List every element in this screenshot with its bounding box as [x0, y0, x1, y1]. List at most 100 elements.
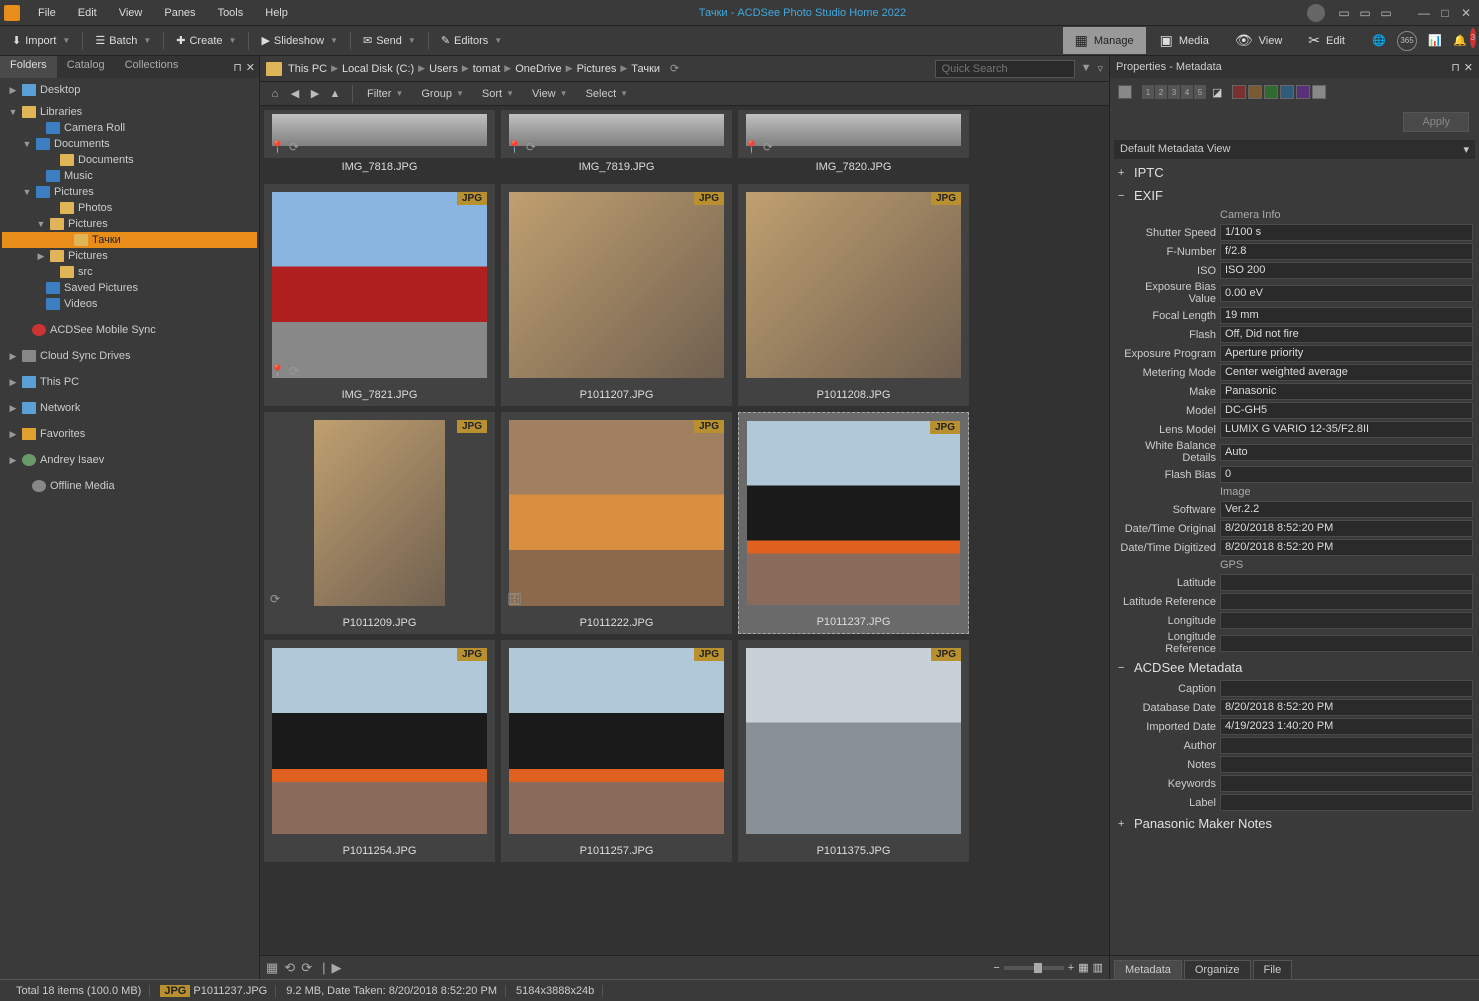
tree-camera-roll[interactable]: Camera Roll: [2, 120, 257, 136]
win-overlap1-icon[interactable]: ▭: [1335, 6, 1353, 20]
mode-edit[interactable]: ✂ Edit: [1296, 27, 1357, 54]
send-button[interactable]: ✉ Send▼: [357, 31, 422, 50]
prop-value[interactable]: [1220, 574, 1473, 591]
thumbnail[interactable]: JPG📍⟳IMG_7821.JPG: [264, 184, 495, 406]
crumb-localdisk[interactable]: Local Disk (C:): [342, 63, 414, 75]
prop-value[interactable]: [1220, 756, 1473, 773]
create-button[interactable]: ✚ Create▼: [170, 31, 242, 50]
color-labels[interactable]: [1232, 85, 1326, 99]
tree-pictures2[interactable]: ▼Pictures: [2, 216, 257, 232]
select-dropdown[interactable]: Select▼: [580, 86, 635, 102]
tree-network[interactable]: ▶Network: [2, 400, 257, 416]
menu-edit[interactable]: Edit: [68, 3, 107, 23]
thumbnail[interactable]: JPGP1011208.JPG: [738, 184, 969, 406]
sort-dropdown[interactable]: Sort▼: [476, 86, 520, 102]
prop-value[interactable]: [1220, 612, 1473, 629]
section-iptc[interactable]: +IPTC: [1110, 161, 1479, 184]
tree-documents-sub[interactable]: Documents: [2, 152, 257, 168]
crumb-tomat[interactable]: tomat: [473, 63, 501, 75]
search-dropdown-icon[interactable]: ▼: [1081, 62, 1092, 75]
tab-catalog[interactable]: Catalog: [57, 56, 115, 78]
crumb-users[interactable]: Users: [429, 63, 458, 75]
btab-metadata[interactable]: Metadata: [1114, 960, 1182, 979]
tree-desktop[interactable]: ▶Desktop: [2, 82, 257, 98]
mode-manage[interactable]: ▦ Manage: [1063, 27, 1146, 54]
bb-icon-3[interactable]: ⟳: [301, 960, 312, 976]
batch-button[interactable]: ☰ Batch▼: [89, 31, 157, 50]
thumbnail[interactable]: 📍⟳: [738, 110, 969, 158]
rating-numbers[interactable]: 12345: [1142, 85, 1206, 99]
refresh-icon[interactable]: ⟳: [670, 62, 679, 75]
user-avatar-icon[interactable]: [1307, 4, 1325, 22]
import-button[interactable]: ⬇ Import▼: [6, 31, 76, 50]
prop-value[interactable]: 8/20/2018 8:52:20 PM: [1220, 539, 1473, 556]
zoom-in-icon[interactable]: +: [1068, 962, 1074, 974]
thumbnail[interactable]: JPGP1011257.JPG: [501, 640, 732, 862]
tree-tachki[interactable]: Тачки: [2, 232, 257, 248]
prop-value[interactable]: 0: [1220, 466, 1473, 483]
nav-fwd-icon[interactable]: ▶: [306, 85, 324, 103]
bb-view2-icon[interactable]: ▥: [1093, 961, 1103, 974]
bb-icon-2[interactable]: ⟲: [284, 960, 295, 976]
nav-home-icon[interactable]: ⌂: [266, 85, 284, 103]
tree-src[interactable]: src: [2, 264, 257, 280]
prop-value[interactable]: [1220, 775, 1473, 792]
dashboard-icon[interactable]: 📊: [1425, 31, 1445, 51]
zoom-slider[interactable]: [1004, 966, 1064, 970]
tag-checkbox[interactable]: [1118, 85, 1132, 99]
tree-libraries[interactable]: ▼Libraries: [2, 104, 257, 120]
prop-value[interactable]: [1220, 737, 1473, 754]
prop-value[interactable]: Aperture priority: [1220, 345, 1473, 362]
tree-documents[interactable]: ▼Documents: [2, 136, 257, 152]
crumb-tachki[interactable]: Тачки: [631, 63, 660, 75]
prop-value[interactable]: 4/19/2023 1:40:20 PM: [1220, 718, 1473, 735]
tree-this-pc[interactable]: ▶This PC: [2, 374, 257, 390]
menu-tools[interactable]: Tools: [208, 3, 254, 23]
filter-dropdown[interactable]: Filter▼: [361, 86, 409, 102]
prop-value[interactable]: 8/20/2018 8:52:20 PM: [1220, 699, 1473, 716]
nav-back-icon[interactable]: ◀: [286, 85, 304, 103]
group-dropdown[interactable]: Group▼: [415, 86, 470, 102]
prop-value[interactable]: f/2.8: [1220, 243, 1473, 260]
thumbnail[interactable]: 📍⟳: [501, 110, 732, 158]
tree-user[interactable]: ▶Andrey Isaev: [2, 452, 257, 468]
close-button[interactable]: ✕: [1457, 6, 1475, 20]
section-acdsee[interactable]: −ACDSee Metadata: [1110, 656, 1479, 679]
prop-value[interactable]: 19 mm: [1220, 307, 1473, 324]
maximize-button[interactable]: □: [1436, 6, 1454, 20]
prop-value[interactable]: Panasonic: [1220, 383, 1473, 400]
prop-value[interactable]: Off, Did not fire: [1220, 326, 1473, 343]
prop-value[interactable]: 0.00 eV: [1220, 285, 1473, 302]
filter-funnel-icon[interactable]: ▿: [1097, 62, 1103, 75]
tree-pictures3[interactable]: ▶Pictures: [2, 248, 257, 264]
tab-folders[interactable]: Folders: [0, 56, 57, 78]
crumb-onedrive[interactable]: OneDrive: [515, 63, 561, 75]
mode-media[interactable]: ▣ Media: [1148, 27, 1221, 54]
prop-value[interactable]: ISO 200: [1220, 262, 1473, 279]
zoom-out-icon[interactable]: −: [993, 962, 999, 974]
three-sixty-icon[interactable]: 365: [1397, 31, 1417, 51]
crumb-thispc[interactable]: This PC: [288, 63, 327, 75]
tree-offline[interactable]: Offline Media: [2, 478, 257, 494]
tree-music[interactable]: Music: [2, 168, 257, 184]
menu-view[interactable]: View: [109, 3, 153, 23]
bb-icon-1[interactable]: ▦: [266, 960, 278, 976]
crumb-pictures[interactable]: Pictures: [577, 63, 617, 75]
tree-favorites[interactable]: ▶Favorites: [2, 426, 257, 442]
menu-file[interactable]: File: [28, 3, 66, 23]
thumbnail[interactable]: JPGP1011375.JPG: [738, 640, 969, 862]
win-overlap3-icon[interactable]: ▭: [1377, 6, 1395, 20]
win-overlap2-icon[interactable]: ▭: [1356, 6, 1374, 20]
thumbnail[interactable]: JPGP1011207.JPG: [501, 184, 732, 406]
tree-saved[interactable]: Saved Pictures: [2, 280, 257, 296]
prop-value[interactable]: Auto: [1220, 444, 1473, 461]
close-props-icon[interactable]: ✕: [1464, 61, 1473, 74]
prop-value[interactable]: [1220, 635, 1473, 652]
prop-value[interactable]: 8/20/2018 8:52:20 PM: [1220, 520, 1473, 537]
bb-icon-5[interactable]: ▶: [332, 960, 342, 976]
bb-icon-4[interactable]: |: [322, 960, 325, 976]
pin-icon[interactable]: ⊓: [233, 61, 242, 74]
thumbnail[interactable]: JPGP1011237.JPG: [738, 412, 969, 634]
prop-value[interactable]: Center weighted average: [1220, 364, 1473, 381]
btab-organize[interactable]: Organize: [1184, 960, 1251, 979]
